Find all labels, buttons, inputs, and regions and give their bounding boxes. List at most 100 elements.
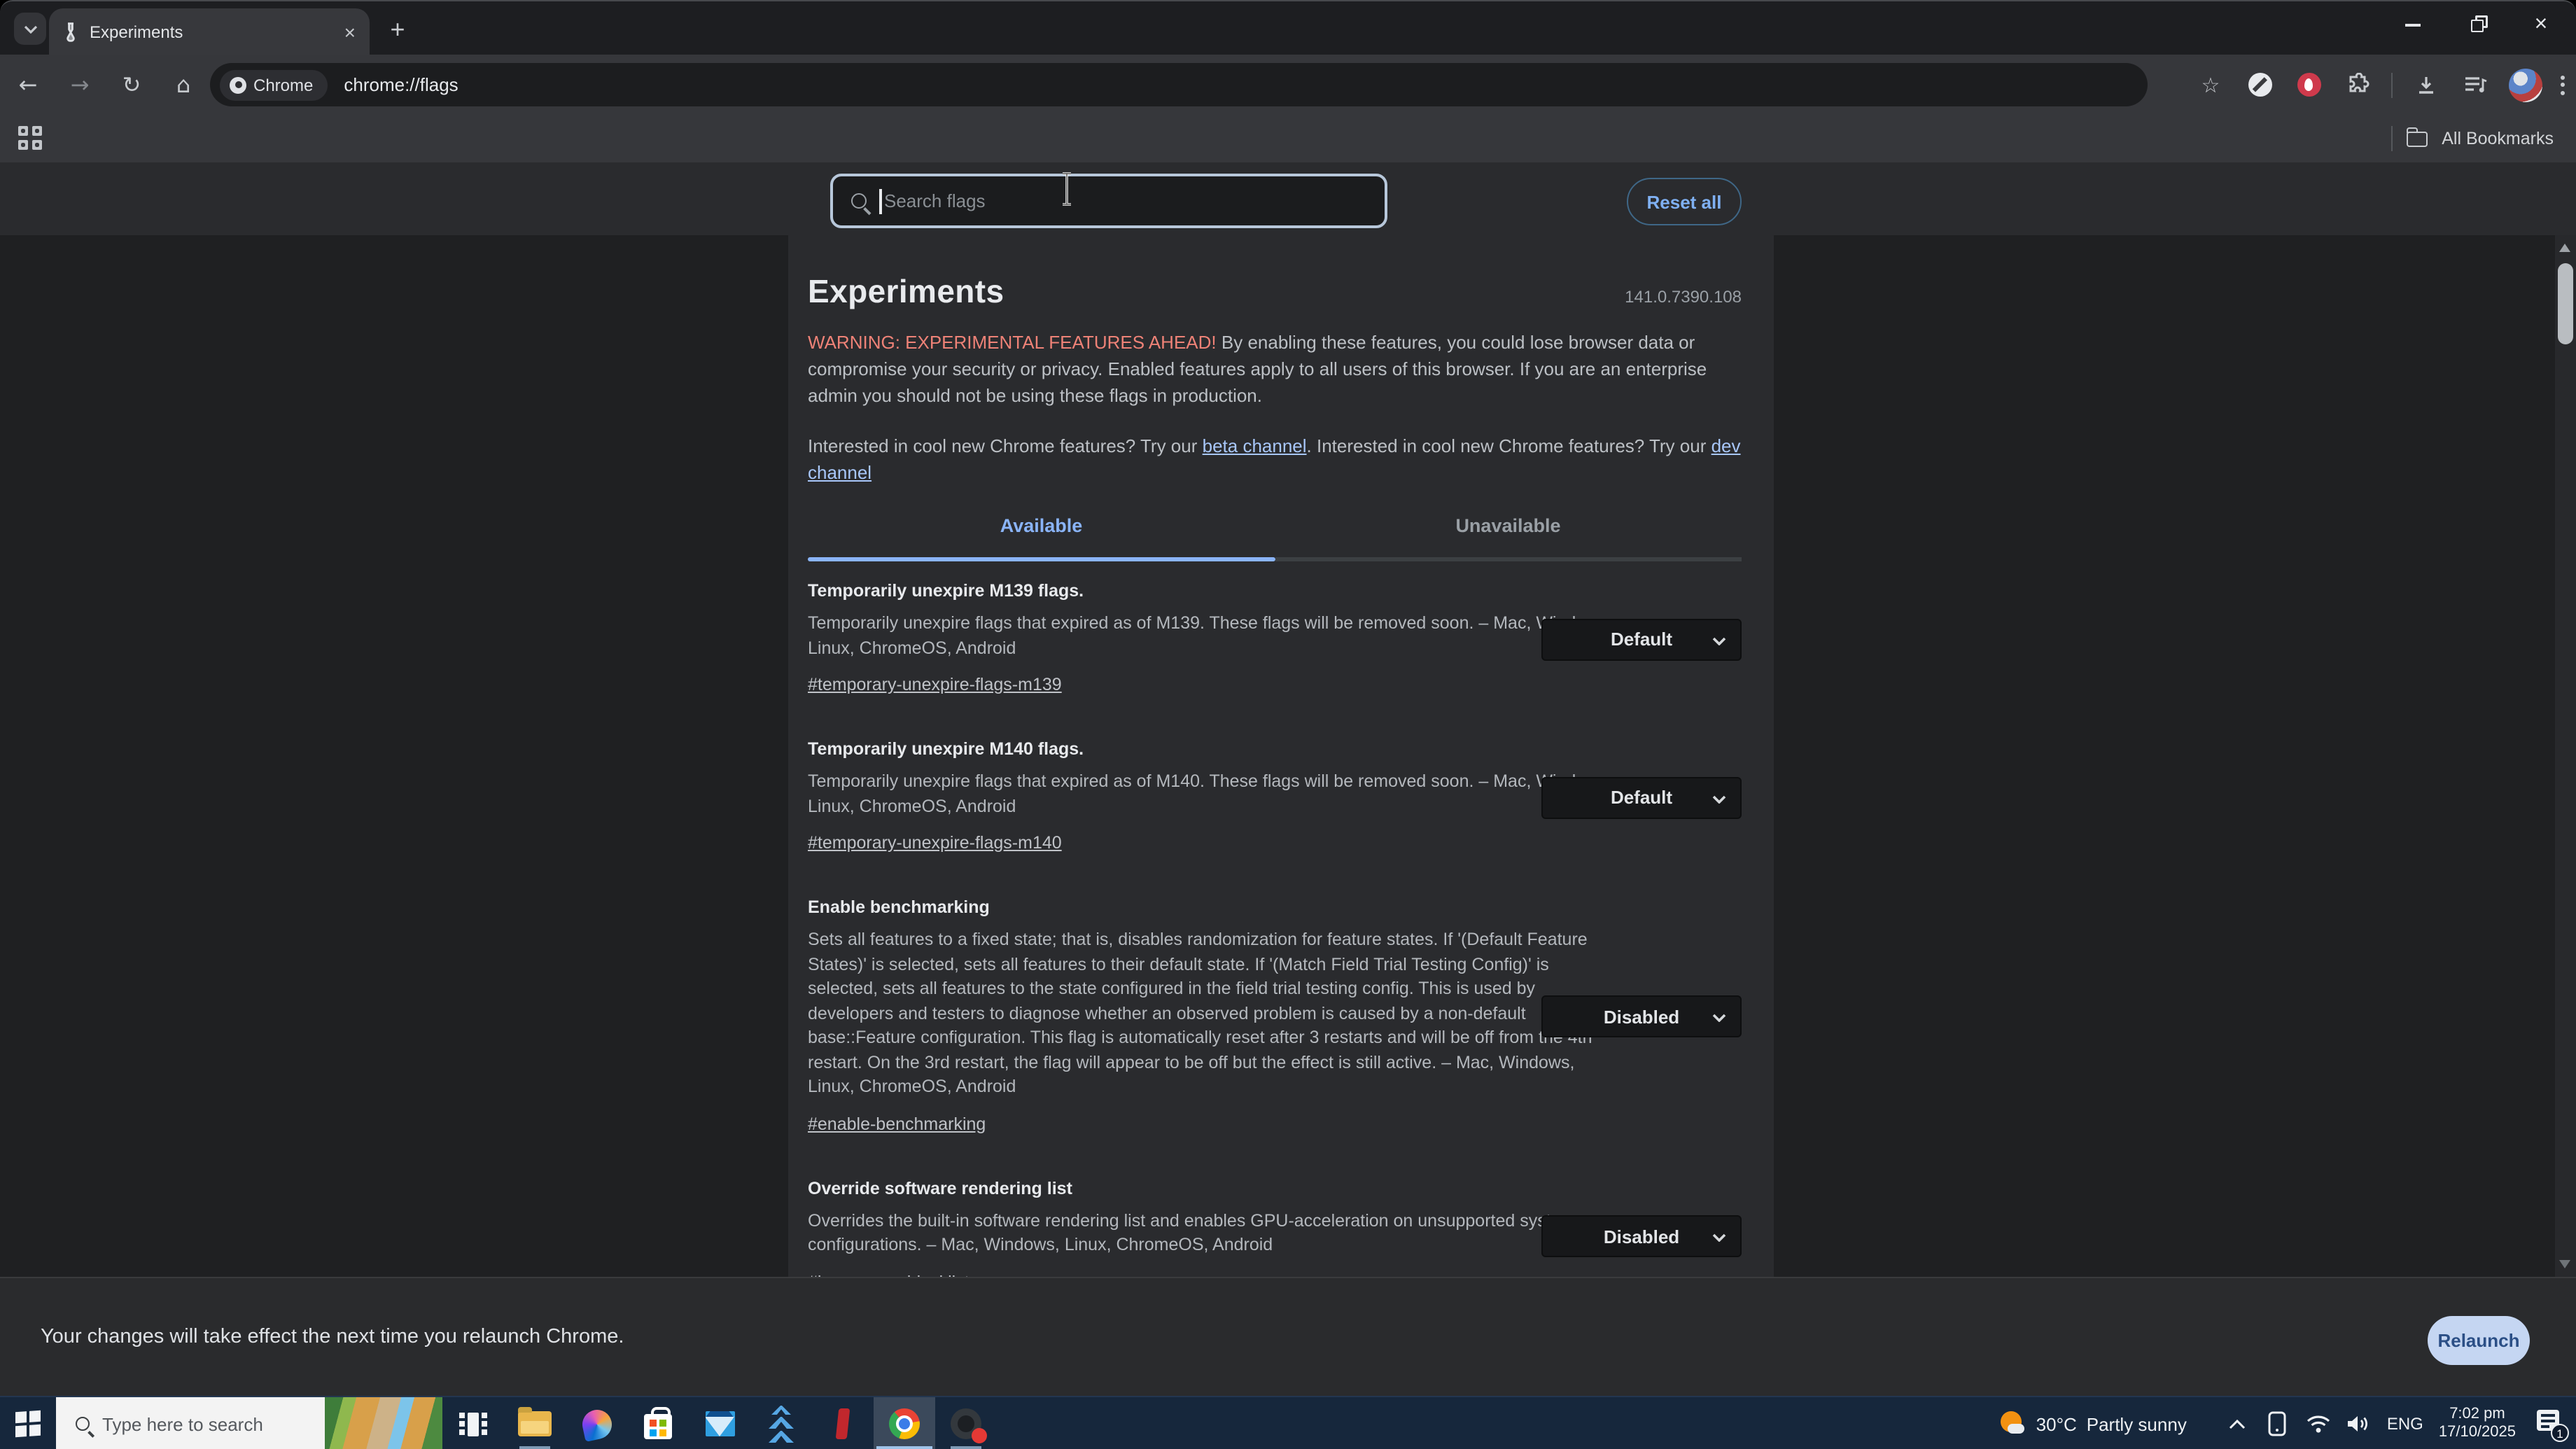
wifi-icon [2306, 1414, 2331, 1434]
flag-description: Temporarily unexpire flags that expired … [808, 612, 1613, 661]
new-tab-button[interactable]: + [381, 13, 414, 46]
tab-available[interactable]: Available [808, 515, 1275, 536]
weather-widget[interactable]: 30°C Partly sunny [2000, 1410, 2187, 1437]
obs-button[interactable] [935, 1397, 997, 1449]
hidden-icons-chevron[interactable] [2225, 1408, 2250, 1439]
mouse-ibeam-cursor [1057, 171, 1077, 214]
bookmarks-bar: All Bookmarks [0, 115, 2576, 162]
tab-close-icon[interactable]: × [344, 22, 356, 42]
flag-state-select[interactable]: Disabled [1541, 996, 1742, 1038]
address-bar[interactable]: Chrome chrome://flags [210, 63, 2148, 106]
phone-link-button[interactable] [2265, 1408, 2290, 1439]
bookmarks-right: All Bookmarks [2391, 115, 2554, 162]
flags-tabs: Available Unavailable [808, 515, 1742, 536]
tab-title: Experiments [90, 22, 344, 42]
bookmark-star-icon[interactable]: ☆ [2195, 69, 2226, 100]
chevron-down-icon [1712, 636, 1726, 645]
browser-menu-icon[interactable] [2561, 75, 2565, 94]
update-assistant-button[interactable] [750, 1397, 812, 1449]
tab-search-button[interactable] [14, 13, 46, 45]
tray-time: 7:02 pm [2439, 1405, 2516, 1424]
flag-row: Temporarily unexpire M140 flags. Tempora… [808, 739, 1742, 855]
search-highlight-image[interactable] [325, 1397, 442, 1449]
microsoft-store-button[interactable] [627, 1397, 689, 1449]
downloads-icon[interactable] [2411, 69, 2442, 100]
maximize-button[interactable] [2461, 10, 2492, 41]
nav-buttons: ← → ↻ ⌂ [11, 55, 200, 115]
tab-unavailable[interactable]: Unavailable [1275, 515, 1742, 536]
relaunch-message: Your changes will take effect the next t… [41, 1326, 624, 1348]
flag-permalink[interactable]: #ignore-gpu-blocklist [808, 1272, 969, 1277]
all-bookmarks-button[interactable]: All Bookmarks [2442, 129, 2554, 148]
scroll-down-arrow-icon[interactable] [2559, 1260, 2570, 1268]
profile-avatar[interactable] [2509, 68, 2542, 102]
obs-icon [951, 1408, 981, 1439]
volume-button[interactable] [2346, 1408, 2372, 1439]
file-explorer-button[interactable] [504, 1397, 566, 1449]
speaker-icon [2347, 1414, 2371, 1434]
page-scrollbar[interactable] [2555, 235, 2576, 1277]
flag-state-value: Disabled [1604, 1226, 1679, 1247]
chevrons-shield-icon [769, 1405, 794, 1443]
apps-grid-icon[interactable] [18, 126, 41, 149]
weather-condition: Partly sunny [2087, 1413, 2187, 1434]
windows-taskbar: Type here to search [0, 1396, 2576, 1449]
extension-white-icon[interactable] [2244, 69, 2275, 100]
flag-permalink[interactable]: #temporary-unexpire-flags-m140 [808, 833, 1062, 853]
task-view-button[interactable] [442, 1397, 504, 1449]
window-close-button[interactable]: × [2526, 10, 2556, 41]
channels-text: Interested in cool new Chrome features? … [808, 433, 1742, 486]
chrome-version: 141.0.7390.108 [1625, 287, 1742, 307]
reload-button[interactable]: ↻ [115, 68, 148, 102]
chevron-down-icon [1712, 1233, 1726, 1242]
flag-name: Override software rendering list [808, 1178, 1742, 1198]
flag-permalink[interactable]: #temporary-unexpire-flags-m139 [808, 675, 1062, 694]
window-controls: × [2397, 1, 2568, 49]
obs-notification-dot [972, 1428, 987, 1443]
start-button[interactable] [0, 1397, 56, 1449]
site-chip-label: Chrome [253, 75, 313, 94]
flag-row: Enable benchmarking Sets all features to… [808, 897, 1742, 1136]
beta-channel-link[interactable]: beta channel [1203, 435, 1307, 456]
flag-name: Enable benchmarking [808, 897, 1742, 917]
browser-toolbar: ← → ↻ ⌂ Chrome chrome://flags ☆ [0, 55, 2576, 115]
red-app-button[interactable] [812, 1397, 874, 1449]
flag-permalink[interactable]: #enable-benchmarking [808, 1114, 986, 1133]
bookmarks-separator [2391, 126, 2393, 151]
clock-widget[interactable]: 7:02 pm 17/10/2025 [2439, 1405, 2516, 1443]
action-center-button[interactable]: 1 [2537, 1410, 2565, 1438]
flag-state-select[interactable]: Default [1541, 776, 1742, 818]
task-view-icon [459, 1412, 487, 1436]
minimize-button[interactable] [2397, 10, 2428, 41]
flag-description: Temporarily unexpire flags that expired … [808, 770, 1613, 819]
site-chip[interactable]: Chrome [220, 69, 327, 100]
red-app-icon [836, 1408, 850, 1439]
scrollbar-thumb[interactable] [2558, 263, 2573, 344]
back-button[interactable]: ← [11, 68, 45, 102]
wifi-button[interactable] [2306, 1408, 2331, 1439]
flag-state-value: Default [1611, 787, 1672, 808]
forward-button[interactable]: → [63, 68, 97, 102]
flags-page: Search flags Reset all Experiments 141.0… [0, 162, 2576, 1396]
file-explorer-icon [518, 1411, 552, 1436]
reset-all-button[interactable]: Reset all [1627, 178, 1742, 225]
tab-experiments[interactable]: Experiments × [49, 8, 370, 56]
search-input[interactable]: Search flags [830, 174, 1387, 228]
media-controls-icon[interactable] [2460, 69, 2491, 100]
copilot-button[interactable] [566, 1397, 627, 1449]
tabs-underline [808, 557, 1742, 561]
mail-button[interactable] [689, 1397, 750, 1449]
store-icon [644, 1414, 672, 1439]
home-button[interactable]: ⌂ [167, 68, 200, 102]
chevron-down-icon [1712, 1014, 1726, 1023]
taskbar-search-input[interactable]: Type here to search [56, 1397, 442, 1449]
relaunch-button[interactable]: Relaunch [2428, 1316, 2530, 1365]
extension-red-icon[interactable] [2293, 69, 2324, 100]
chrome-button[interactable] [874, 1397, 935, 1449]
language-indicator[interactable]: ENG [2387, 1414, 2423, 1434]
flask-icon [63, 22, 78, 42]
flag-state-select[interactable]: Disabled [1541, 1215, 1742, 1257]
scroll-up-arrow-icon[interactable] [2559, 244, 2570, 252]
extensions-puzzle-icon[interactable] [2342, 69, 2373, 100]
flag-state-select[interactable]: Default [1541, 618, 1742, 660]
